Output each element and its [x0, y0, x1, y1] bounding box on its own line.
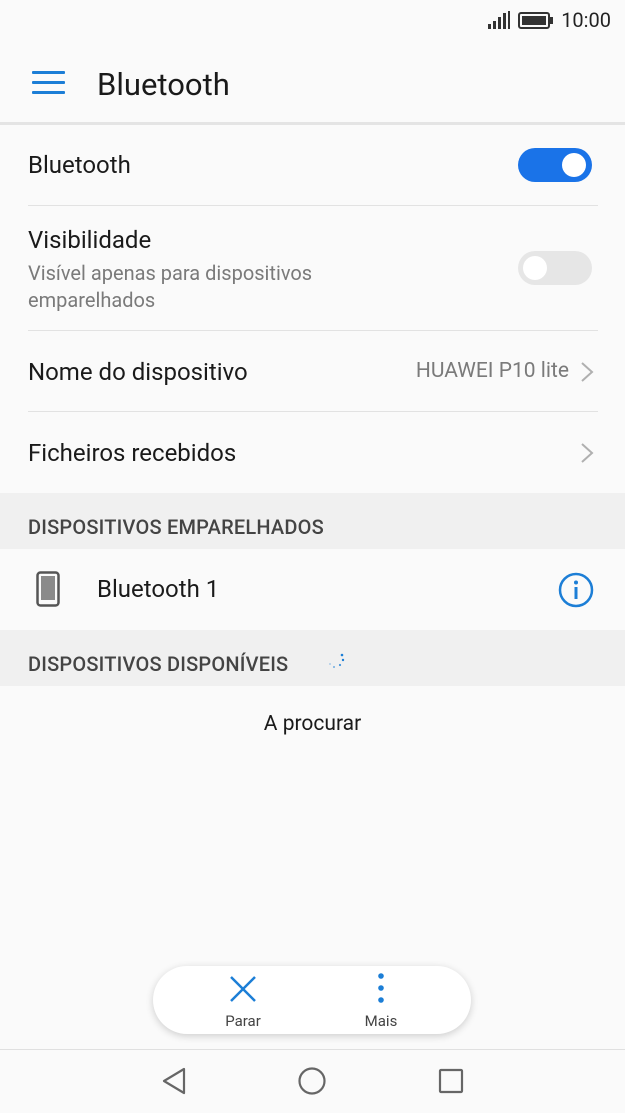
more-label: Mais — [364, 1012, 398, 1030]
visibility-label: Visibilidade — [28, 226, 152, 254]
available-devices-header: DISPOSITIVOS DISPONÍVEIS — [0, 630, 625, 686]
searching-status: A procurar — [263, 712, 362, 736]
toggle-knob — [523, 256, 547, 280]
available-devices-label: DISPOSITIVOS DISPONÍVEIS — [28, 652, 289, 676]
paired-devices-label: DISPOSITIVOS EMPARELHADOS — [28, 515, 324, 539]
device-name-row[interactable]: Nome do dispositivo HUAWEI P10 lite — [0, 331, 625, 411]
chevron-right-icon — [581, 362, 594, 382]
paired-devices-header: DISPOSITIVOS EMPARELHADOS — [0, 493, 625, 549]
chevron-right-icon — [581, 443, 594, 463]
paired-device-name: Bluetooth 1 — [97, 575, 220, 603]
stop-label: Parar — [225, 1012, 261, 1030]
stop-button[interactable]: Parar — [193, 966, 293, 1034]
more-vertical-icon — [378, 973, 384, 1003]
paired-device-row[interactable]: Bluetooth 1 — [0, 549, 625, 629]
status-time: 10:00 — [561, 8, 611, 32]
visibility-row[interactable]: Visibilidade Visível apenas para disposi… — [0, 206, 625, 330]
bluetooth-toggle[interactable] — [518, 148, 592, 182]
received-files-row[interactable]: Ficheiros recebidos — [0, 412, 625, 492]
visibility-subtitle-line2: emparelhados — [28, 288, 156, 312]
battery-icon — [518, 12, 553, 29]
close-icon — [230, 976, 256, 1002]
back-icon[interactable] — [160, 1066, 188, 1096]
received-files-label: Ficheiros recebidos — [28, 439, 237, 467]
bottom-action-bar: Parar Mais — [153, 966, 471, 1034]
app-bar — [0, 44, 625, 125]
page-title: Bluetooth — [97, 66, 230, 103]
navigation-bar — [0, 1049, 625, 1113]
info-icon[interactable] — [558, 572, 594, 608]
signal-icon — [488, 11, 510, 29]
toggle-knob — [562, 153, 586, 177]
loading-spinner-icon — [329, 653, 345, 668]
bluetooth-row[interactable]: Bluetooth — [0, 126, 625, 206]
more-button[interactable]: Mais — [331, 966, 431, 1034]
recents-icon[interactable] — [438, 1068, 464, 1094]
menu-icon[interactable] — [32, 71, 65, 97]
bluetooth-label: Bluetooth — [28, 151, 131, 179]
status-bar: 10:00 — [0, 0, 625, 44]
home-icon[interactable] — [297, 1066, 327, 1096]
visibility-subtitle-line1: Visível apenas para dispositivos — [28, 261, 313, 285]
device-name-label: Nome do dispositivo — [28, 358, 248, 386]
phone-icon — [36, 571, 60, 607]
device-name-value: HUAWEI P10 lite — [415, 359, 569, 383]
visibility-toggle[interactable] — [518, 251, 592, 285]
